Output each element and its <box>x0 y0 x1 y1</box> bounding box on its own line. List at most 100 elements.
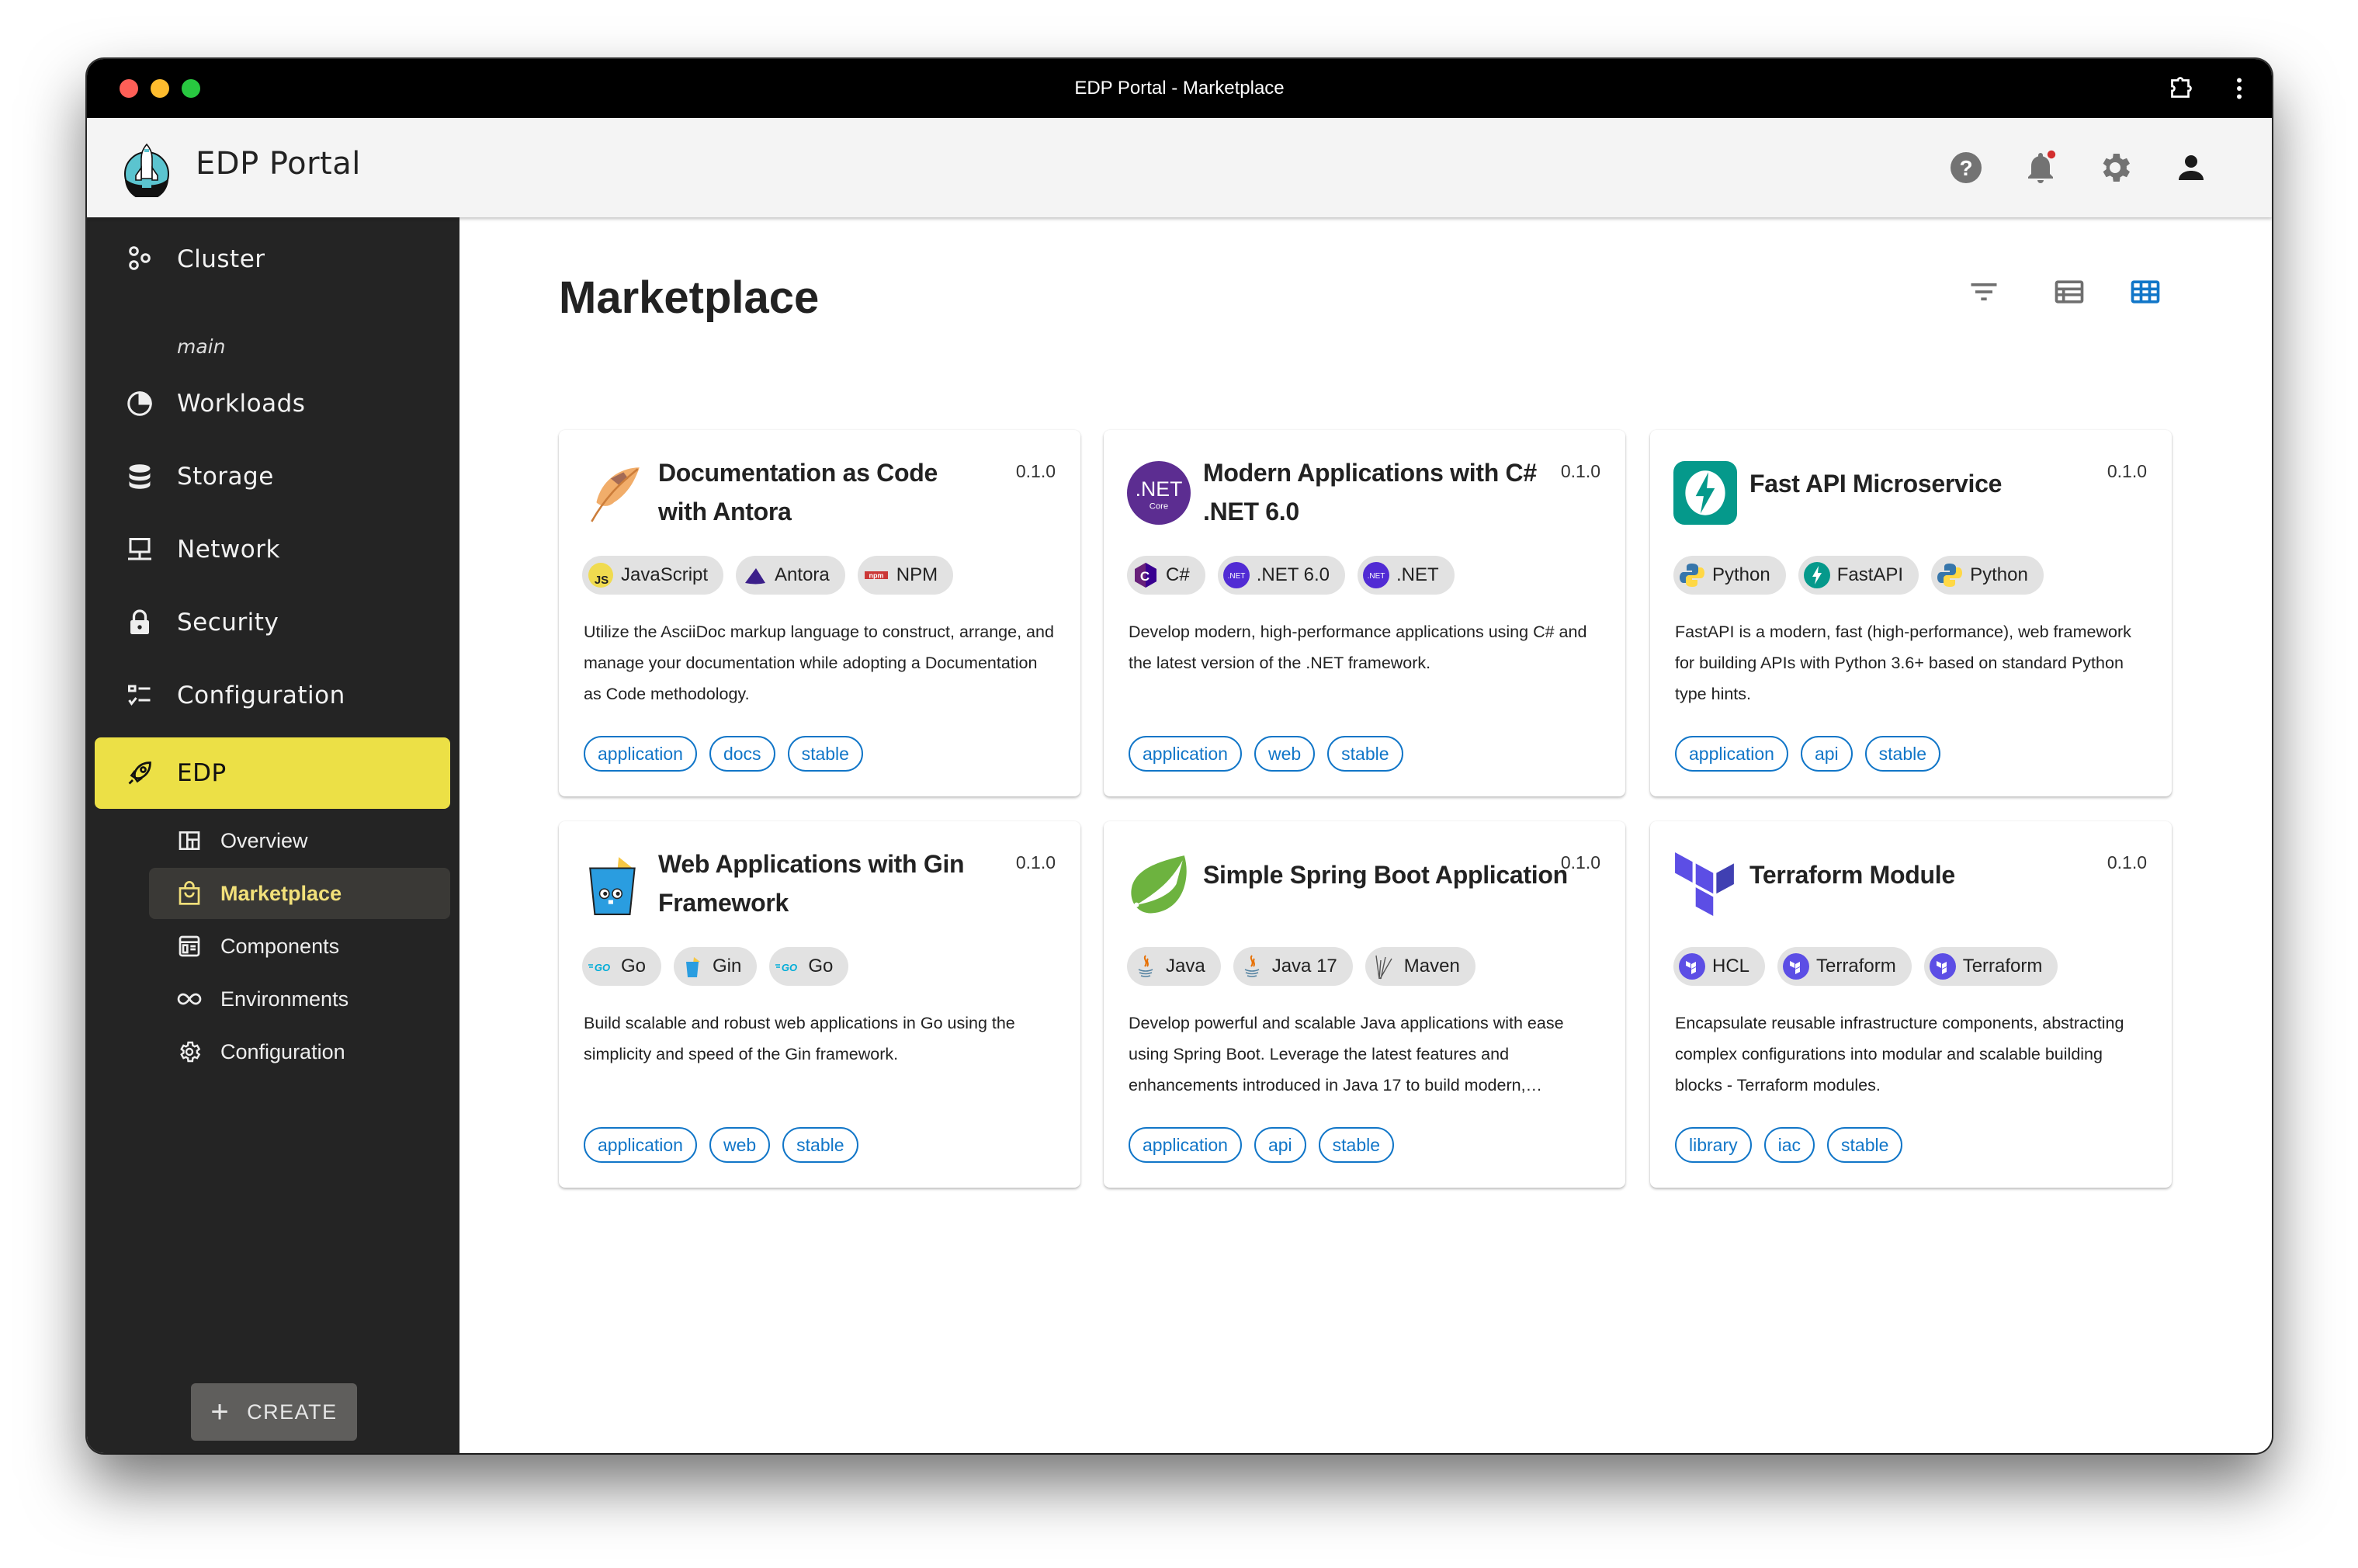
python-icon <box>1680 564 1704 587</box>
tech-chip: npm NPM <box>857 556 954 595</box>
card-title[interactable]: Terraform Module <box>1749 855 2083 894</box>
card-tags: application api stable <box>1129 1127 1395 1163</box>
marketplace-card[interactable]: Simple Spring Boot Application 0.1.0 Jav… <box>1104 821 1625 1188</box>
svg-text:Core: Core <box>1150 502 1168 512</box>
tech-chip: Python <box>1673 556 1786 595</box>
java-icon <box>1244 955 1260 977</box>
filter-icon[interactable] <box>1967 275 2001 309</box>
tech-chip: Maven <box>1365 947 1475 986</box>
network-icon <box>128 538 151 560</box>
user-icon[interactable] <box>2172 149 2210 186</box>
sidebar-item-storage[interactable]: Storage <box>95 441 450 512</box>
card-title[interactable]: Fast API Microservice <box>1749 464 2083 503</box>
workloads-icon <box>127 391 152 416</box>
sidebar-item-cluster[interactable]: Cluster <box>95 224 450 295</box>
marketplace-card[interactable]: Documentation as Code with Antora 0.1.0 … <box>559 430 1080 796</box>
tech-chip: GO Go <box>582 947 662 986</box>
marketplace-card[interactable]: Terraform Module 0.1.0 HCL Terraform Ter… <box>1650 821 2172 1188</box>
terraform-icon <box>1929 953 1956 980</box>
notifications-icon[interactable] <box>2022 149 2059 186</box>
tech-chips: HCL Terraform Terraform <box>1673 947 2058 986</box>
tag[interactable]: api <box>1800 736 1853 772</box>
sidebar-subitem-label: Marketplace <box>220 881 342 905</box>
tag[interactable]: stable <box>782 1127 858 1163</box>
maven-icon <box>1375 955 1392 980</box>
svg-text:?: ? <box>1959 156 1972 180</box>
sidebar-subitem-marketplace[interactable]: Marketplace <box>149 868 450 919</box>
notification-badge <box>2047 150 2056 159</box>
tag[interactable]: web <box>1254 736 1316 772</box>
grid-view-icon[interactable] <box>2128 275 2162 309</box>
javascript-icon: JS <box>588 563 613 588</box>
sidebar-item-network[interactable]: Network <box>95 514 450 585</box>
card-title[interactable]: Modern Applications with C# .NET 6.0 <box>1203 453 1537 531</box>
help-icon[interactable]: ? <box>1947 149 1985 186</box>
sidebar-item-label: Cluster <box>177 245 265 273</box>
tag[interactable]: web <box>709 1127 771 1163</box>
tag[interactable]: stable <box>1827 1127 1903 1163</box>
card-title[interactable]: Web Applications with Gin Framework <box>658 845 992 922</box>
fastapi-icon <box>1673 461 1737 525</box>
sidebar-subitem-label: Overview <box>220 828 308 852</box>
card-title[interactable]: Simple Spring Boot Application <box>1203 855 1568 894</box>
svg-text:GO: GO <box>595 962 610 973</box>
sidebar-item-edp[interactable]: EDP <box>95 737 450 809</box>
tech-chip: HCL <box>1673 947 1766 986</box>
list-view-icon[interactable] <box>2052 275 2086 309</box>
more-vert-icon[interactable] <box>2225 75 2253 102</box>
sidebar-item-security[interactable]: Security <box>95 587 450 658</box>
dotnet-icon: .NET <box>1362 562 1389 588</box>
marketplace-card[interactable]: Web Applications with Gin Framework 0.1.… <box>559 821 1080 1188</box>
sidebar-subitem-components[interactable]: Components <box>149 921 450 972</box>
card-version: 0.1.0 <box>1560 461 1600 481</box>
window-title: EDP Portal - Marketplace <box>1074 78 1285 99</box>
card-description: Develop modern, high-performance applica… <box>1129 623 1587 672</box>
sidebar-item-workloads[interactable]: Workloads <box>95 368 450 439</box>
card-version: 0.1.0 <box>2107 461 2147 481</box>
card-tags: application web stable <box>1129 736 1403 772</box>
card-title[interactable]: Documentation as Code with Antora <box>658 453 992 531</box>
feather-icon <box>591 467 640 522</box>
overview-icon <box>179 831 200 850</box>
tag[interactable]: application <box>1675 736 1788 772</box>
tag[interactable]: application <box>1129 736 1242 772</box>
tech-chips: JS JavaScript Antora npm NPM <box>582 556 954 595</box>
sidebar-subitem-configuration[interactable]: Configuration <box>149 1026 450 1077</box>
sidebar-subitem-environments[interactable]: Environments <box>149 973 450 1025</box>
storage-icon <box>129 464 151 489</box>
edp-logo-icon[interactable] <box>121 141 172 197</box>
tag[interactable]: application <box>584 736 697 772</box>
csharp-icon: C <box>1135 563 1156 588</box>
card-tags: library iac stable <box>1675 1127 1903 1163</box>
marketplace-card[interactable]: Fast API Microservice 0.1.0 Python FastA… <box>1650 430 2172 796</box>
tag[interactable]: stable <box>787 736 863 772</box>
sidebar-item-configuration[interactable]: Configuration <box>95 660 450 731</box>
tag[interactable]: stable <box>1318 1127 1395 1163</box>
tag[interactable]: iac <box>1763 1127 1815 1163</box>
svg-text:JS: JS <box>595 574 609 587</box>
terraform-icon <box>1679 953 1705 980</box>
tag[interactable]: api <box>1254 1127 1306 1163</box>
dotnet-icon: .NET <box>1222 562 1250 588</box>
extensions-icon[interactable] <box>2166 75 2194 102</box>
lock-icon <box>130 609 149 634</box>
tech-chip: .NET .NET <box>1357 556 1455 595</box>
sidebar-subitem-overview[interactable]: Overview <box>149 815 450 866</box>
tag[interactable]: library <box>1675 1127 1752 1163</box>
tech-chip: FastAPI <box>1798 556 1919 595</box>
tech-chip: Java 17 <box>1233 947 1353 986</box>
svg-text:npm: npm <box>869 572 883 580</box>
app-title[interactable]: EDP Portal <box>196 146 361 182</box>
cluster-icon <box>129 246 151 270</box>
settings-icon[interactable] <box>2096 149 2134 186</box>
create-button[interactable]: + CREATE <box>191 1383 357 1441</box>
tag[interactable]: application <box>584 1127 697 1163</box>
tag[interactable]: docs <box>709 736 775 772</box>
sidebar-item-label: EDP <box>177 759 227 787</box>
marketplace-card[interactable]: .NET Core Modern Applications with C# .N… <box>1104 430 1625 796</box>
gin-icon <box>686 957 701 977</box>
tag[interactable]: application <box>1129 1127 1242 1163</box>
card-description: Encapsulate reusable infrastructure comp… <box>1675 1014 2124 1094</box>
tag[interactable]: stable <box>1327 736 1403 772</box>
tag[interactable]: stable <box>1864 736 1941 772</box>
